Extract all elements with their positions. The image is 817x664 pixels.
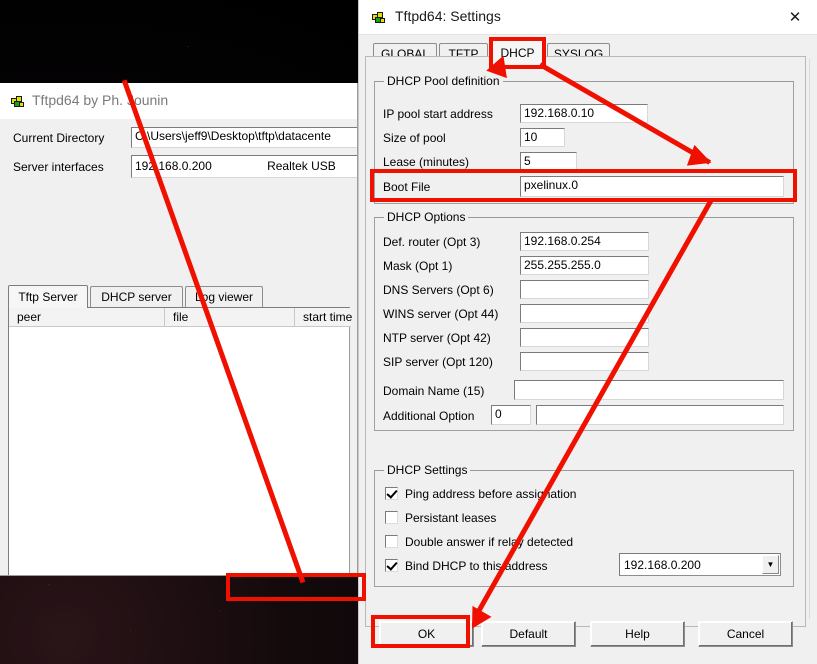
server-interfaces-adapter: Realtek USB xyxy=(267,159,336,173)
server-interfaces-label: Server interfaces xyxy=(13,160,104,174)
ip-pool-start-label: IP pool start address xyxy=(383,107,493,121)
column-header-start-time[interactable]: start time xyxy=(295,308,352,327)
bind-address-value: 192.168.0.200 xyxy=(624,557,701,572)
help-button-label: Help xyxy=(625,627,650,641)
dns-servers-field[interactable] xyxy=(520,280,649,299)
tftpd64-main-window: Tftpd64 by Ph. Jounin Current Directory … xyxy=(0,83,358,576)
size-of-pool-label: Size of pool xyxy=(383,131,446,145)
tab-tftp-server[interactable]: Tftp Server xyxy=(8,285,88,308)
tab-dhcp[interactable]: DHCP xyxy=(490,40,545,64)
double-answer-relay-label: Double answer if relay detected xyxy=(405,535,574,549)
current-directory-label: Current Directory xyxy=(13,131,105,145)
close-icon[interactable]: ✕ xyxy=(772,0,817,34)
main-window-body: Current Directory C:\Users\jeff9\Desktop… xyxy=(0,119,357,575)
sip-server-label: SIP server (Opt 120) xyxy=(383,355,493,369)
tab-log-viewer[interactable]: Log viewer xyxy=(185,286,263,307)
settings-dialog: Tftpd64: Settings ✕ GLOBAL TFTP DHCP SYS… xyxy=(358,0,817,664)
cancel-button-label: Cancel xyxy=(726,627,765,641)
ok-button[interactable]: OK xyxy=(379,621,474,647)
boot-file-label: Boot File xyxy=(383,180,431,194)
dns-servers-label: DNS Servers (Opt 6) xyxy=(383,283,494,297)
dhcp-options-group-title: DHCP Options xyxy=(384,210,469,224)
ntp-server-label: NTP server (Opt 42) xyxy=(383,331,491,345)
def-router-field[interactable]: 192.168.0.254 xyxy=(520,232,649,251)
settings-vertical-scrollbar[interactable] xyxy=(809,59,815,619)
lease-minutes-label: Lease (minutes) xyxy=(383,155,470,169)
size-of-pool-field[interactable]: 10 xyxy=(520,128,565,147)
tab-dhcp-server[interactable]: DHCP server xyxy=(90,286,183,307)
tab-tftp-server-label: Tftp Server xyxy=(18,290,78,304)
server-interfaces-combo[interactable]: 192.168.0.200 Realtek USB xyxy=(131,155,357,178)
tab-dhcp-server-label: DHCP server xyxy=(101,290,172,304)
default-button[interactable]: Default xyxy=(481,621,576,647)
listview-header: peer file start time xyxy=(9,308,352,327)
additional-option-number-field[interactable]: 0 xyxy=(491,405,531,425)
column-header-file[interactable]: file xyxy=(165,308,295,327)
dhcp-pool-group-title: DHCP Pool definition xyxy=(384,74,503,88)
dhcp-settings-group-title: DHCP Settings xyxy=(384,463,471,477)
ping-before-assignation-label: Ping address before assignation xyxy=(405,487,577,501)
settings-titlebar: Tftpd64: Settings ✕ xyxy=(359,0,817,34)
column-header-peer[interactable]: peer xyxy=(9,308,165,327)
settings-dialog-title: Tftpd64: Settings xyxy=(395,8,501,24)
main-window-titlebar: Tftpd64 by Ph. Jounin xyxy=(0,83,357,119)
settings-dialog-body: GLOBAL TFTP DHCP SYSLOG DHCP Pool defini… xyxy=(359,34,817,664)
boot-file-field[interactable]: pxelinux.0 xyxy=(520,176,784,197)
current-directory-field[interactable]: C:\Users\jeff9\Desktop\tftp\datacente xyxy=(131,127,357,148)
double-answer-relay-checkbox[interactable] xyxy=(385,535,398,548)
persistant-leases-label: Persistant leases xyxy=(405,511,497,525)
settings-app-icon xyxy=(371,9,387,25)
bind-address-dropdown[interactable]: 192.168.0.200 ▼ xyxy=(619,553,781,576)
chevron-down-icon[interactable]: ▼ xyxy=(762,555,779,574)
transfer-listview[interactable]: peer file start time ‹ xyxy=(8,307,352,575)
mask-label: Mask (Opt 1) xyxy=(383,259,453,273)
ok-button-label: OK xyxy=(417,627,436,641)
sip-server-field[interactable] xyxy=(520,352,649,371)
server-interfaces-address: 192.168.0.200 xyxy=(135,159,212,173)
additional-option-label: Additional Option xyxy=(383,409,475,423)
persistant-leases-checkbox[interactable] xyxy=(385,511,398,524)
help-button[interactable]: Help xyxy=(590,621,685,647)
domain-name-label: Domain Name (15) xyxy=(383,384,485,398)
bind-dhcp-label: Bind DHCP to this address xyxy=(405,559,548,573)
def-router-label: Def. router (Opt 3) xyxy=(383,235,481,249)
ip-pool-start-field[interactable]: 192.168.0.10 xyxy=(520,104,648,123)
ping-before-assignation-checkbox[interactable] xyxy=(385,487,398,500)
main-window-title: Tftpd64 by Ph. Jounin xyxy=(32,92,169,108)
tab-log-viewer-label: Log viewer xyxy=(194,290,254,304)
cancel-button[interactable]: Cancel xyxy=(698,621,793,647)
lease-minutes-field[interactable]: 5 xyxy=(520,152,577,171)
wins-server-field[interactable] xyxy=(520,304,649,323)
domain-name-field[interactable] xyxy=(514,380,784,400)
tab-dhcp-label: DHCP xyxy=(500,45,535,60)
bind-dhcp-checkbox[interactable] xyxy=(385,559,398,572)
tftpd64-app-icon xyxy=(10,93,26,109)
ntp-server-field[interactable] xyxy=(520,328,649,347)
additional-option-value-field[interactable] xyxy=(536,405,784,425)
mask-field[interactable]: 255.255.255.0 xyxy=(520,256,649,275)
wins-server-label: WINS server (Opt 44) xyxy=(383,307,499,321)
default-button-label: Default xyxy=(509,627,548,641)
